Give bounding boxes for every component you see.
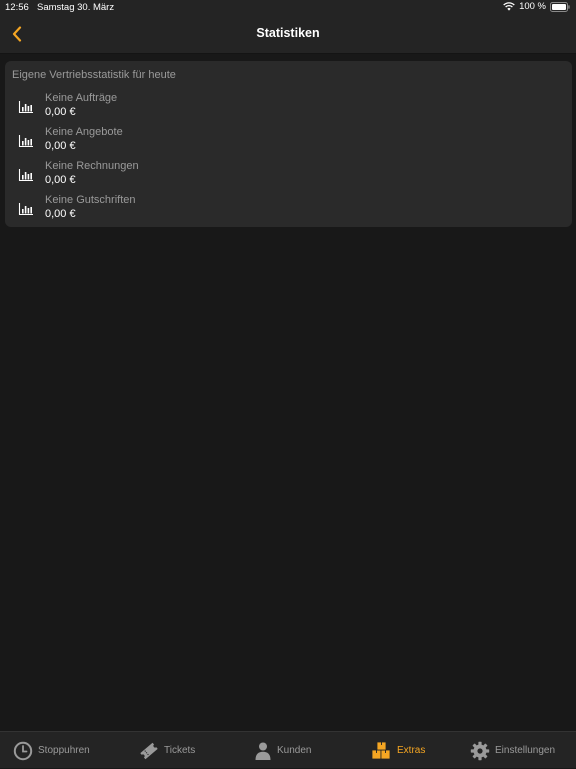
status-time: 12:56 [5,2,29,13]
person-icon [255,742,271,760]
navigation-bar: Statistiken [0,16,576,54]
tab-label: Einstellungen [495,745,556,756]
battery-icon [550,1,570,12]
tab-bar: Stoppuhren Tickets Kunden Extras Einstel… [0,731,576,768]
stat-value: 0,00 € [45,140,76,152]
status-indicators: 100 % [503,1,570,12]
battery-percent: 100 % [519,1,546,12]
stat-value: 0,00 € [45,208,76,220]
bar-chart-icon [18,101,33,114]
tab-kunden[interactable]: Kunden [254,732,311,769]
bar-chart-icon [18,169,33,182]
ticket-icon [140,742,158,759]
gear-icon [470,741,490,760]
stat-value: 0,00 € [45,174,76,186]
wifi-icon [503,2,515,11]
stat-row-offers[interactable]: Keine Angebote 0,00 € [5,125,572,157]
tab-label: Tickets [164,745,196,756]
stat-value: 0,00 € [45,106,76,118]
stat-row-invoices[interactable]: Keine Rechnungen 0,00 € [5,159,572,191]
tab-extras[interactable]: Extras [371,732,425,769]
stat-label: Keine Rechnungen [45,160,139,172]
tab-einstellungen[interactable]: Einstellungen [470,732,555,769]
page-title: Statistiken [256,26,320,40]
card-title: Eigene Vertriebsstatistik für heute [12,69,176,81]
stat-row-credit-notes[interactable]: Keine Gutschriften 0,00 € [5,193,572,225]
status-date: Samstag 30. März [37,2,115,13]
stat-label: Keine Gutschriften [45,194,136,206]
sales-statistics-card: Eigene Vertriebsstatistik für heute Kein… [5,61,572,227]
status-bar: 12:56 Samstag 30. März 100 % [0,0,576,16]
tab-label: Kunden [277,745,312,756]
stat-row-orders[interactable]: Keine Aufträge 0,00 € [5,91,572,123]
bar-chart-icon [18,135,33,148]
tab-label: Extras [397,745,426,756]
bar-chart-icon [18,203,33,216]
clock-icon [13,741,33,760]
tab-tickets[interactable]: Tickets [139,732,195,769]
stat-label: Keine Aufträge [45,92,118,104]
boxes-icon [371,741,391,760]
stat-label: Keine Angebote [45,126,123,138]
main-content: Eigene Vertriebsstatistik für heute Kein… [0,54,576,731]
tab-stoppuhren[interactable]: Stoppuhren [13,732,90,769]
tab-label: Stoppuhren [38,745,90,756]
